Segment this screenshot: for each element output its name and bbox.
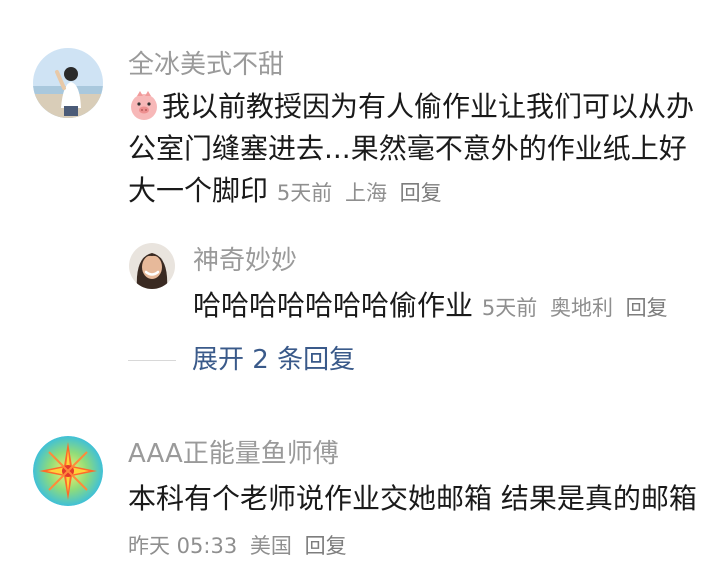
reply-time: 5天前 — [481, 296, 538, 320]
comment-meta: 5天前 上海 回复 — [277, 181, 448, 205]
comment-location: 美国 — [249, 534, 292, 558]
reply-location: 奥地利 — [549, 296, 613, 320]
expand-divider — [128, 360, 176, 361]
reply-button[interactable]: 回复 — [305, 534, 347, 558]
avatar[interactable] — [33, 436, 103, 506]
comment-text: 本科有个老师说作业交她邮箱 结果是真的邮箱 — [128, 482, 697, 515]
comment-text-segment: 我以前教授因为有人偷作业让我们可以从办 — [162, 90, 695, 123]
person-photo-avatar-icon — [33, 48, 103, 118]
reply-text-content: 哈哈哈哈哈哈哈偷作业 — [193, 289, 474, 322]
reply-button[interactable]: 回复 — [400, 181, 442, 205]
comment-text: 我以前教授因为有人偷作业让我们可以从办 公室门缝塞进去...果然毫不意外的作业纸… — [128, 86, 713, 214]
reply-meta: 5天前 奥地利 回复 — [482, 296, 674, 320]
comment-text-line: 大一个脚印 5天前 上海 回复 — [128, 170, 713, 214]
pig-face-emoji-icon — [131, 91, 157, 120]
comment-text-line: 我以前教授因为有人偷作业让我们可以从办 — [128, 86, 713, 128]
comment-location: 上海 — [344, 181, 387, 205]
reply-button[interactable]: 回复 — [626, 296, 668, 320]
avatar[interactable] — [129, 243, 175, 289]
comment-time: 昨天 05:33 — [128, 534, 238, 558]
comment-username[interactable]: AAA正能量鱼师傅 — [128, 437, 339, 471]
comment-text-line: 公室门缝塞进去...果然毫不意外的作业纸上好 — [128, 132, 687, 165]
smiling-woman-avatar-icon — [129, 243, 175, 289]
reply-text: 哈哈哈哈哈哈哈偷作业 5天前 奥地利 回复 — [193, 285, 713, 329]
comment-meta: 昨天 05:33 美国 回复 — [128, 531, 353, 561]
expand-replies-button[interactable]: 展开 2 条回复 — [192, 343, 355, 377]
avatar[interactable] — [33, 48, 103, 118]
sunburst-logo-avatar-icon — [33, 436, 103, 506]
comment-text-segment: 大一个脚印 — [128, 174, 269, 207]
comment-username[interactable]: 全冰美式不甜 — [128, 48, 284, 82]
reply-username[interactable]: 神奇妙妙 — [193, 244, 297, 278]
comment-time: 5天前 — [276, 181, 333, 205]
